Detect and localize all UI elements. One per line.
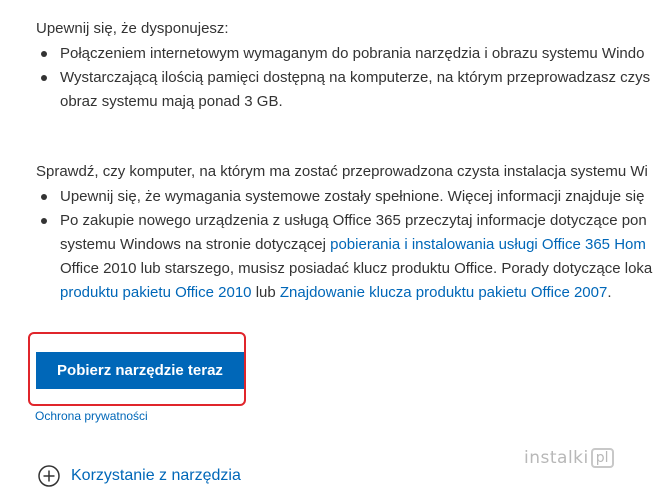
use-tool-expander[interactable]: Korzystanie z narzędzia [38, 465, 241, 487]
office365-install-link[interactable]: pobierania i instalowania usługi Office … [330, 236, 646, 253]
bullet-text: Wystarczającą ilością pamięci dostępną n… [60, 69, 651, 86]
bullet-dot [41, 218, 47, 224]
list-item: Połączeniem internetowym wymaganym do po… [0, 42, 650, 66]
bullet-dot [41, 194, 47, 200]
office2010-key-link[interactable]: produktu pakietu Office 2010 [60, 284, 252, 301]
watermark-badge: pl [590, 448, 614, 468]
bullet-text: systemu Windows na stronie dotyczącej [60, 236, 331, 253]
office2007-key-link[interactable]: Znajdowanie klucza produktu pakietu Offi… [280, 284, 607, 301]
list-item: Upewnij się, że wymagania systemowe zost… [0, 185, 652, 209]
bullet-text: Upewnij się, że wymagania systemowe zost… [60, 188, 645, 205]
checks-list: Upewnij się, że wymagania systemowe zost… [0, 185, 652, 305]
list-item-continuation: systemu Windows na stronie dotyczącej po… [0, 233, 652, 257]
list-item-continuation: obraz systemu mają ponad 3 GB. [0, 90, 650, 114]
bullet-text: Połączeniem internetowym wymaganym do po… [60, 45, 645, 62]
list-item: Wystarczającą ilością pamięci dostępną n… [0, 66, 650, 90]
section1-intro: Upewnij się, że dysponujesz: [36, 20, 229, 37]
download-tool-button[interactable]: Pobierz narzędzie teraz [36, 352, 244, 389]
privacy-link[interactable]: Ochrona prywatności [35, 409, 148, 423]
requirements-list: Połączeniem internetowym wymaganym do po… [0, 42, 650, 114]
list-item-continuation: produktu pakietu Office 2010 lub Znajdow… [0, 281, 652, 305]
watermark-text: instalki [524, 448, 589, 468]
list-item: Po zakupie nowego urządzenia z usługą Of… [0, 209, 652, 233]
bullet-dot [41, 51, 47, 57]
list-item-continuation: Office 2010 lub starszego, musisz posiad… [0, 257, 652, 281]
section2-intro: Sprawdź, czy komputer, na którym ma zost… [36, 163, 648, 180]
bullet-text: . [607, 284, 612, 301]
plus-circle-icon [38, 465, 60, 487]
bullet-text: lub [251, 284, 280, 301]
bullet-dot [41, 75, 47, 81]
expander-label: Korzystanie z narzędzia [71, 467, 241, 484]
bullet-text: Po zakupie nowego urządzenia z usługą Of… [60, 212, 647, 229]
watermark-logo: instalki pl [524, 448, 614, 468]
bullet-text: Office 2010 lub starszego, musisz posiad… [60, 260, 653, 277]
bullet-text: obraz systemu mają ponad 3 GB. [60, 93, 283, 110]
